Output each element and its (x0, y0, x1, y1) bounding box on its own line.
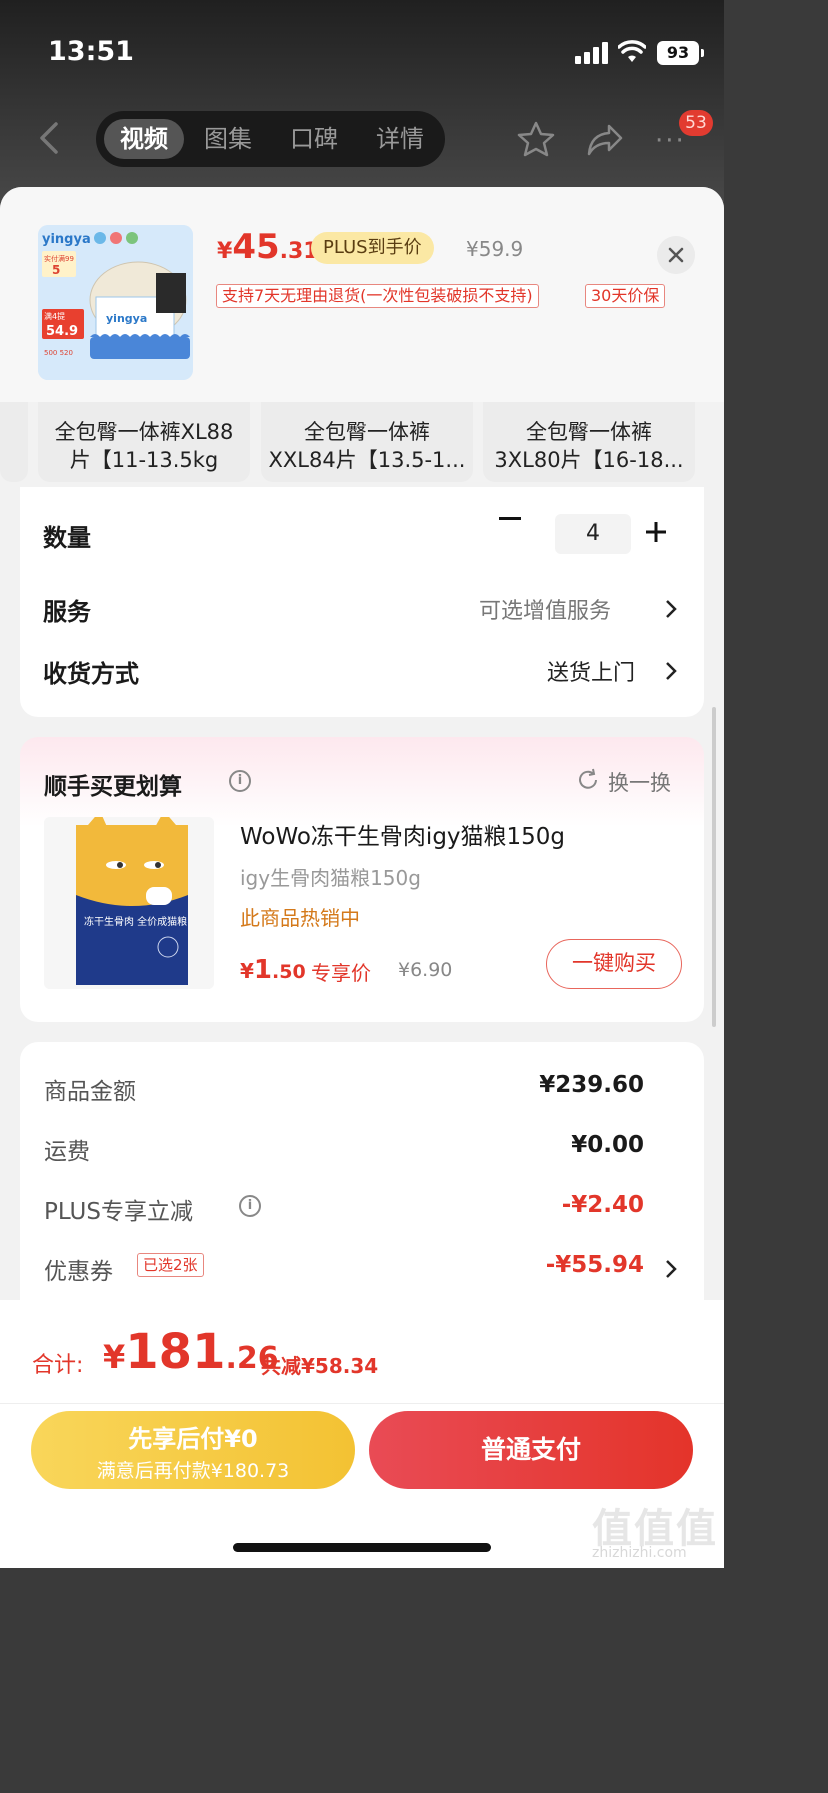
tab-reviews[interactable]: 口碑 (274, 119, 354, 159)
close-icon[interactable] (657, 236, 695, 274)
quantity-decrease-button[interactable] (499, 517, 521, 520)
svg-text:实付满99: 实付满99 (44, 254, 74, 263)
svg-text:yingya: yingya (42, 232, 91, 247)
scrollbar[interactable] (712, 707, 716, 1027)
refresh-icon[interactable] (576, 768, 600, 792)
coupon-selected-tag: 已选2张 (137, 1253, 204, 1277)
product-thumbnail: yingya 实付满99 5 满4提 54.9 500 520 yingya (38, 225, 193, 380)
return-policy-tag: 支持7天无理由退货(一次性包装破损不支持) (216, 284, 539, 308)
shipping-value: ¥0.00 (571, 1132, 644, 1158)
cellular-signal-icon (575, 42, 609, 64)
total-amount: ¥181.26 (103, 1324, 279, 1380)
swap-button[interactable]: 换一换 (608, 767, 671, 797)
svg-text:yingya: yingya (106, 312, 147, 325)
svg-text:5: 5 (52, 263, 60, 277)
tab-video[interactable]: 视频 (104, 119, 184, 159)
quantity-increase-button[interactable] (646, 522, 666, 542)
normal-pay-button[interactable]: 普通支付 (369, 1411, 693, 1489)
svg-text:54.9: 54.9 (46, 324, 78, 339)
shipping-label: 运费 (44, 1139, 90, 1165)
upsell-product-name[interactable]: WoWo冻干生骨肉igy猫粮150g (240, 817, 565, 851)
watermark-url: zhizhizhi.com (592, 1545, 687, 1561)
upsell-price: ¥1.50 (240, 955, 306, 985)
coupon-label: 优惠券 (44, 1259, 113, 1285)
tab-details[interactable]: 详情 (360, 119, 440, 159)
divider (0, 1403, 724, 1404)
product-price: ¥45.31 (217, 227, 319, 267)
svg-text:冻干生骨肉 全价成猫粮: 冻干生骨肉 全价成猫粮 (84, 915, 187, 928)
plus-discount-value: -¥2.40 (561, 1192, 644, 1218)
upsell-product-subtitle: igy生骨肉猫粮150g (240, 866, 421, 890)
quantity-input[interactable]: 4 (555, 514, 631, 554)
upsell-title: 顺手买更划算 (44, 774, 182, 800)
service-value[interactable]: 可选增值服务 (479, 593, 611, 625)
quantity-label: 数量 (43, 524, 91, 552)
total-savings: 共减¥58.34 (261, 1354, 379, 1378)
svg-text:满4提: 满4提 (44, 311, 65, 321)
chevron-right-icon[interactable] (665, 661, 677, 681)
battery-indicator: 93 (657, 41, 704, 65)
one-click-buy-button[interactable]: 一键购买 (546, 939, 682, 989)
plus-price-tag: PLUS到手价 (311, 232, 434, 264)
diaper-package-image: yingya 实付满99 5 满4提 54.9 500 520 yingya (38, 225, 193, 380)
price-protect-tag: 30天价保 (585, 284, 666, 308)
upsell-exclusive-label: 专享价 (311, 961, 371, 985)
chevron-right-icon[interactable] (665, 599, 677, 619)
cart-count-badge: 53 (679, 110, 713, 136)
back-arrow-icon[interactable] (36, 120, 64, 156)
upsell-original-price: ¥6.90 (398, 959, 453, 981)
delivery-label: 收货方式 (43, 660, 139, 688)
home-indicator[interactable] (233, 1543, 491, 1552)
upsell-card: 顺手买更划算 i 换一换 冻干生骨肉 全价成猫粮 WoWo冻干生骨肉igy猫粮1… (20, 737, 704, 1022)
coupon-value[interactable]: -¥55.94 (546, 1252, 644, 1278)
info-icon[interactable]: i (239, 1195, 261, 1217)
goods-amount-label: 商品金额 (44, 1079, 136, 1105)
plus-discount-label: PLUS专享立减 (44, 1199, 193, 1225)
cat-food-image[interactable]: 冻干生骨肉 全价成猫粮 (44, 817, 214, 989)
service-label: 服务 (43, 598, 91, 626)
wifi-icon (618, 40, 646, 62)
share-icon[interactable] (585, 120, 625, 160)
upsell-hot-label: 此商品热销中 (240, 906, 360, 930)
status-time: 13:51 (48, 36, 134, 67)
goods-amount-value: ¥239.60 (539, 1072, 644, 1098)
product-header: yingya 实付满99 5 满4提 54.9 500 520 yingya ¥… (0, 187, 724, 402)
tab-gallery[interactable]: 图集 (188, 119, 268, 159)
total-label: 合计: (32, 1353, 84, 1378)
price-summary-card: 商品金额 ¥239.60 运费 ¥0.00 PLUS专享立减 i -¥2.40 … (20, 1042, 704, 1342)
star-icon[interactable] (516, 120, 556, 160)
pay-later-button[interactable]: 先享后付¥0 满意后再付款¥180.73 (31, 1411, 355, 1489)
svg-text:500 520: 500 520 (44, 349, 73, 357)
original-price: ¥59.9 (466, 237, 524, 261)
delivery-value[interactable]: 送货上门 (547, 655, 635, 687)
info-icon[interactable]: i (229, 770, 251, 792)
status-bar: 13:51 93 (0, 0, 724, 100)
checkout-footer: 合计: ¥181.26 共减¥58.34 先享后付¥0 满意后再付款¥180.7… (0, 1300, 724, 1568)
media-tabs: 视频 图集 口碑 详情 (96, 111, 445, 167)
chevron-right-icon[interactable] (665, 1259, 677, 1279)
